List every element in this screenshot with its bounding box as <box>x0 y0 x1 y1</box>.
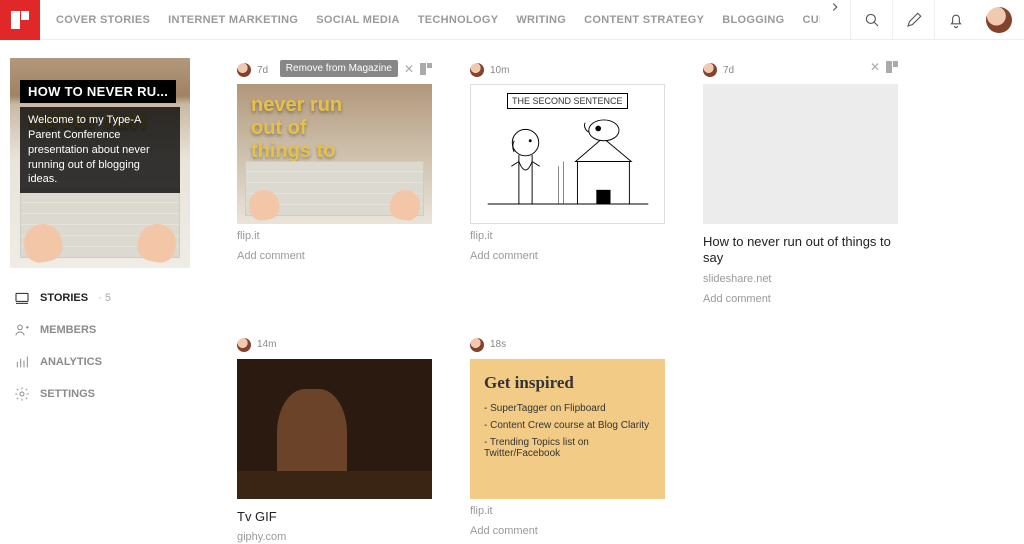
nav-item[interactable]: BLOGGING <box>722 14 784 26</box>
sidebar-item-settings[interactable]: SETTINGS <box>10 378 177 410</box>
avatar[interactable] <box>986 7 1012 33</box>
card-source: giphy.com <box>237 531 432 543</box>
flipboard-logo[interactable] <box>0 0 40 40</box>
card-row: 7d Remove from Magazine ✕ never run out … <box>237 60 994 305</box>
card-title: Tv GIF <box>237 509 432 525</box>
author-avatar[interactable] <box>237 63 251 77</box>
search-icon[interactable] <box>850 0 892 40</box>
nav-next-icon[interactable] <box>820 0 850 39</box>
nav-item[interactable]: TECHNOLOGY <box>418 14 499 26</box>
members-icon <box>14 322 30 338</box>
cover-title: HOW TO NEVER RU... <box>20 80 176 103</box>
card-actions: ✕ <box>870 60 898 74</box>
add-comment-link[interactable]: Add comment <box>470 250 665 262</box>
timestamp: 7d <box>723 65 734 76</box>
sidebar-item-label: STORIES <box>40 292 88 304</box>
card-header: 7d Remove from Magazine ✕ <box>237 60 432 80</box>
comic-art <box>483 109 653 214</box>
compose-icon[interactable] <box>892 0 934 40</box>
stories-icon <box>14 290 30 306</box>
top-bar: COVER STORIES INTERNET MARKETING SOCIAL … <box>0 0 1024 40</box>
close-icon[interactable]: ✕ <box>870 60 880 74</box>
cover-desc: Welcome to my Type-A Parent Conference p… <box>20 107 180 193</box>
slide-bullet: - Trending Topics list on Twitter/Facebo… <box>484 437 651 459</box>
slide-heading: Get inspired <box>484 373 651 393</box>
card-source: flip.it <box>470 505 665 517</box>
nav-item[interactable]: WRITING <box>516 14 566 26</box>
sidebar-item-label: ANALYTICS <box>40 356 102 368</box>
add-comment-link[interactable]: Add comment <box>703 293 898 305</box>
sidebar-item-analytics[interactable]: ANALYTICS <box>10 346 177 378</box>
nav-item[interactable]: COVER STORIES <box>56 14 150 26</box>
flip-icon[interactable] <box>886 61 898 73</box>
close-icon[interactable]: ✕ <box>404 62 414 76</box>
nav-item[interactable]: INTERNET MARKETING <box>168 14 298 26</box>
timestamp: 18s <box>490 339 506 350</box>
nav-item[interactable]: CURRENT EVENTS <box>803 14 820 26</box>
card-source: slideshare.net <box>703 273 898 285</box>
notifications-icon[interactable] <box>934 0 976 40</box>
card-source: flip.it <box>470 230 665 242</box>
sidebar: never run say HOW TO NEVER RU... Welcome… <box>0 40 195 544</box>
main-area: never run say HOW TO NEVER RU... Welcome… <box>0 40 1024 544</box>
slide-bullet: - SuperTagger on Flipboard <box>484 403 651 414</box>
story-card[interactable]: 10m THE SECOND SENTENCE <box>470 60 665 305</box>
nav-item[interactable]: CONTENT STRATEGY <box>584 14 704 26</box>
category-nav: COVER STORIES INTERNET MARKETING SOCIAL … <box>40 0 820 39</box>
sidebar-item-members[interactable]: MEMBERS <box>10 314 177 346</box>
timestamp: 7d <box>257 65 268 76</box>
card-header: 10m <box>470 60 665 80</box>
card-thumbnail[interactable]: Get inspired - SuperTagger on Flipboard … <box>470 359 665 499</box>
timestamp: 14m <box>257 339 276 350</box>
sidebar-item-stories[interactable]: STORIES · 5 <box>10 282 177 314</box>
card-thumbnail[interactable]: never run out of things to say <box>237 84 432 224</box>
author-avatar[interactable] <box>470 63 484 77</box>
cover-overlay: HOW TO NEVER RU... Welcome to my Type-A … <box>20 80 180 193</box>
gear-icon <box>14 386 30 402</box>
card-header: 18s <box>470 335 665 355</box>
flip-icon[interactable] <box>420 63 432 75</box>
slide-bullet: - Content Crew course at Blog Clarity <box>484 420 651 431</box>
add-comment-link[interactable]: Add comment <box>237 250 432 262</box>
card-row: 14m Tv GIF giphy.com Add comment 18s Get… <box>237 335 994 544</box>
card-header: 14m <box>237 335 432 355</box>
card-header: 7d ✕ <box>703 60 898 80</box>
card-title: How to never run out of things to say <box>703 234 898 267</box>
nav-item[interactable]: SOCIAL MEDIA <box>316 14 399 26</box>
card-source: flip.it <box>237 230 432 242</box>
card-thumbnail[interactable]: THE SECOND SENTENCE <box>470 84 665 224</box>
story-card[interactable]: 7d ✕ How to never run out of things to s… <box>703 60 898 305</box>
author-avatar[interactable] <box>470 338 484 352</box>
card-thumbnail[interactable] <box>237 359 432 499</box>
timestamp: 10m <box>490 65 509 76</box>
sidebar-item-label: SETTINGS <box>40 388 95 400</box>
card-thumbnail[interactable] <box>703 84 898 224</box>
story-card[interactable]: 7d Remove from Magazine ✕ never run out … <box>237 60 432 305</box>
sidebar-menu: STORIES · 5 MEMBERS ANALYTICS SETTINGS <box>10 282 177 410</box>
author-avatar[interactable] <box>703 63 717 77</box>
story-card[interactable]: 18s Get inspired - SuperTagger on Flipbo… <box>470 335 665 544</box>
add-comment-link[interactable]: Add comment <box>470 525 665 537</box>
author-avatar[interactable] <box>237 338 251 352</box>
desk-graphic <box>237 471 432 499</box>
top-actions <box>850 0 1024 39</box>
stories-count: · 5 <box>98 292 111 304</box>
magazine-cover[interactable]: never run say HOW TO NEVER RU... Welcome… <box>10 58 190 268</box>
content-grid: 7d Remove from Magazine ✕ never run out … <box>195 40 1024 544</box>
story-card[interactable]: 14m Tv GIF giphy.com Add comment <box>237 335 432 544</box>
comic-caption: THE SECOND SENTENCE <box>507 93 628 109</box>
remove-tooltip: Remove from Magazine <box>280 60 398 77</box>
card-actions: Remove from Magazine ✕ <box>280 60 432 77</box>
sidebar-item-label: MEMBERS <box>40 324 96 336</box>
flipboard-logo-icon <box>11 11 29 29</box>
analytics-icon <box>14 354 30 370</box>
